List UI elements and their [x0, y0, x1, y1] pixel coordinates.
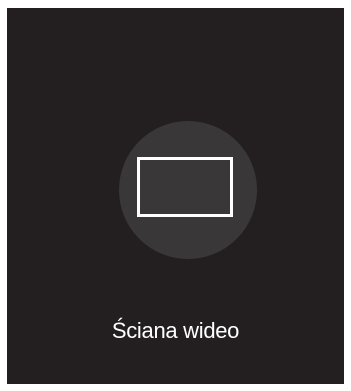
video-wall-icon	[137, 157, 233, 217]
icon-circle	[119, 121, 257, 259]
tile-label: Ściana wideo	[111, 318, 240, 343]
video-wall-tile[interactable]: Ściana wideo	[7, 8, 344, 384]
